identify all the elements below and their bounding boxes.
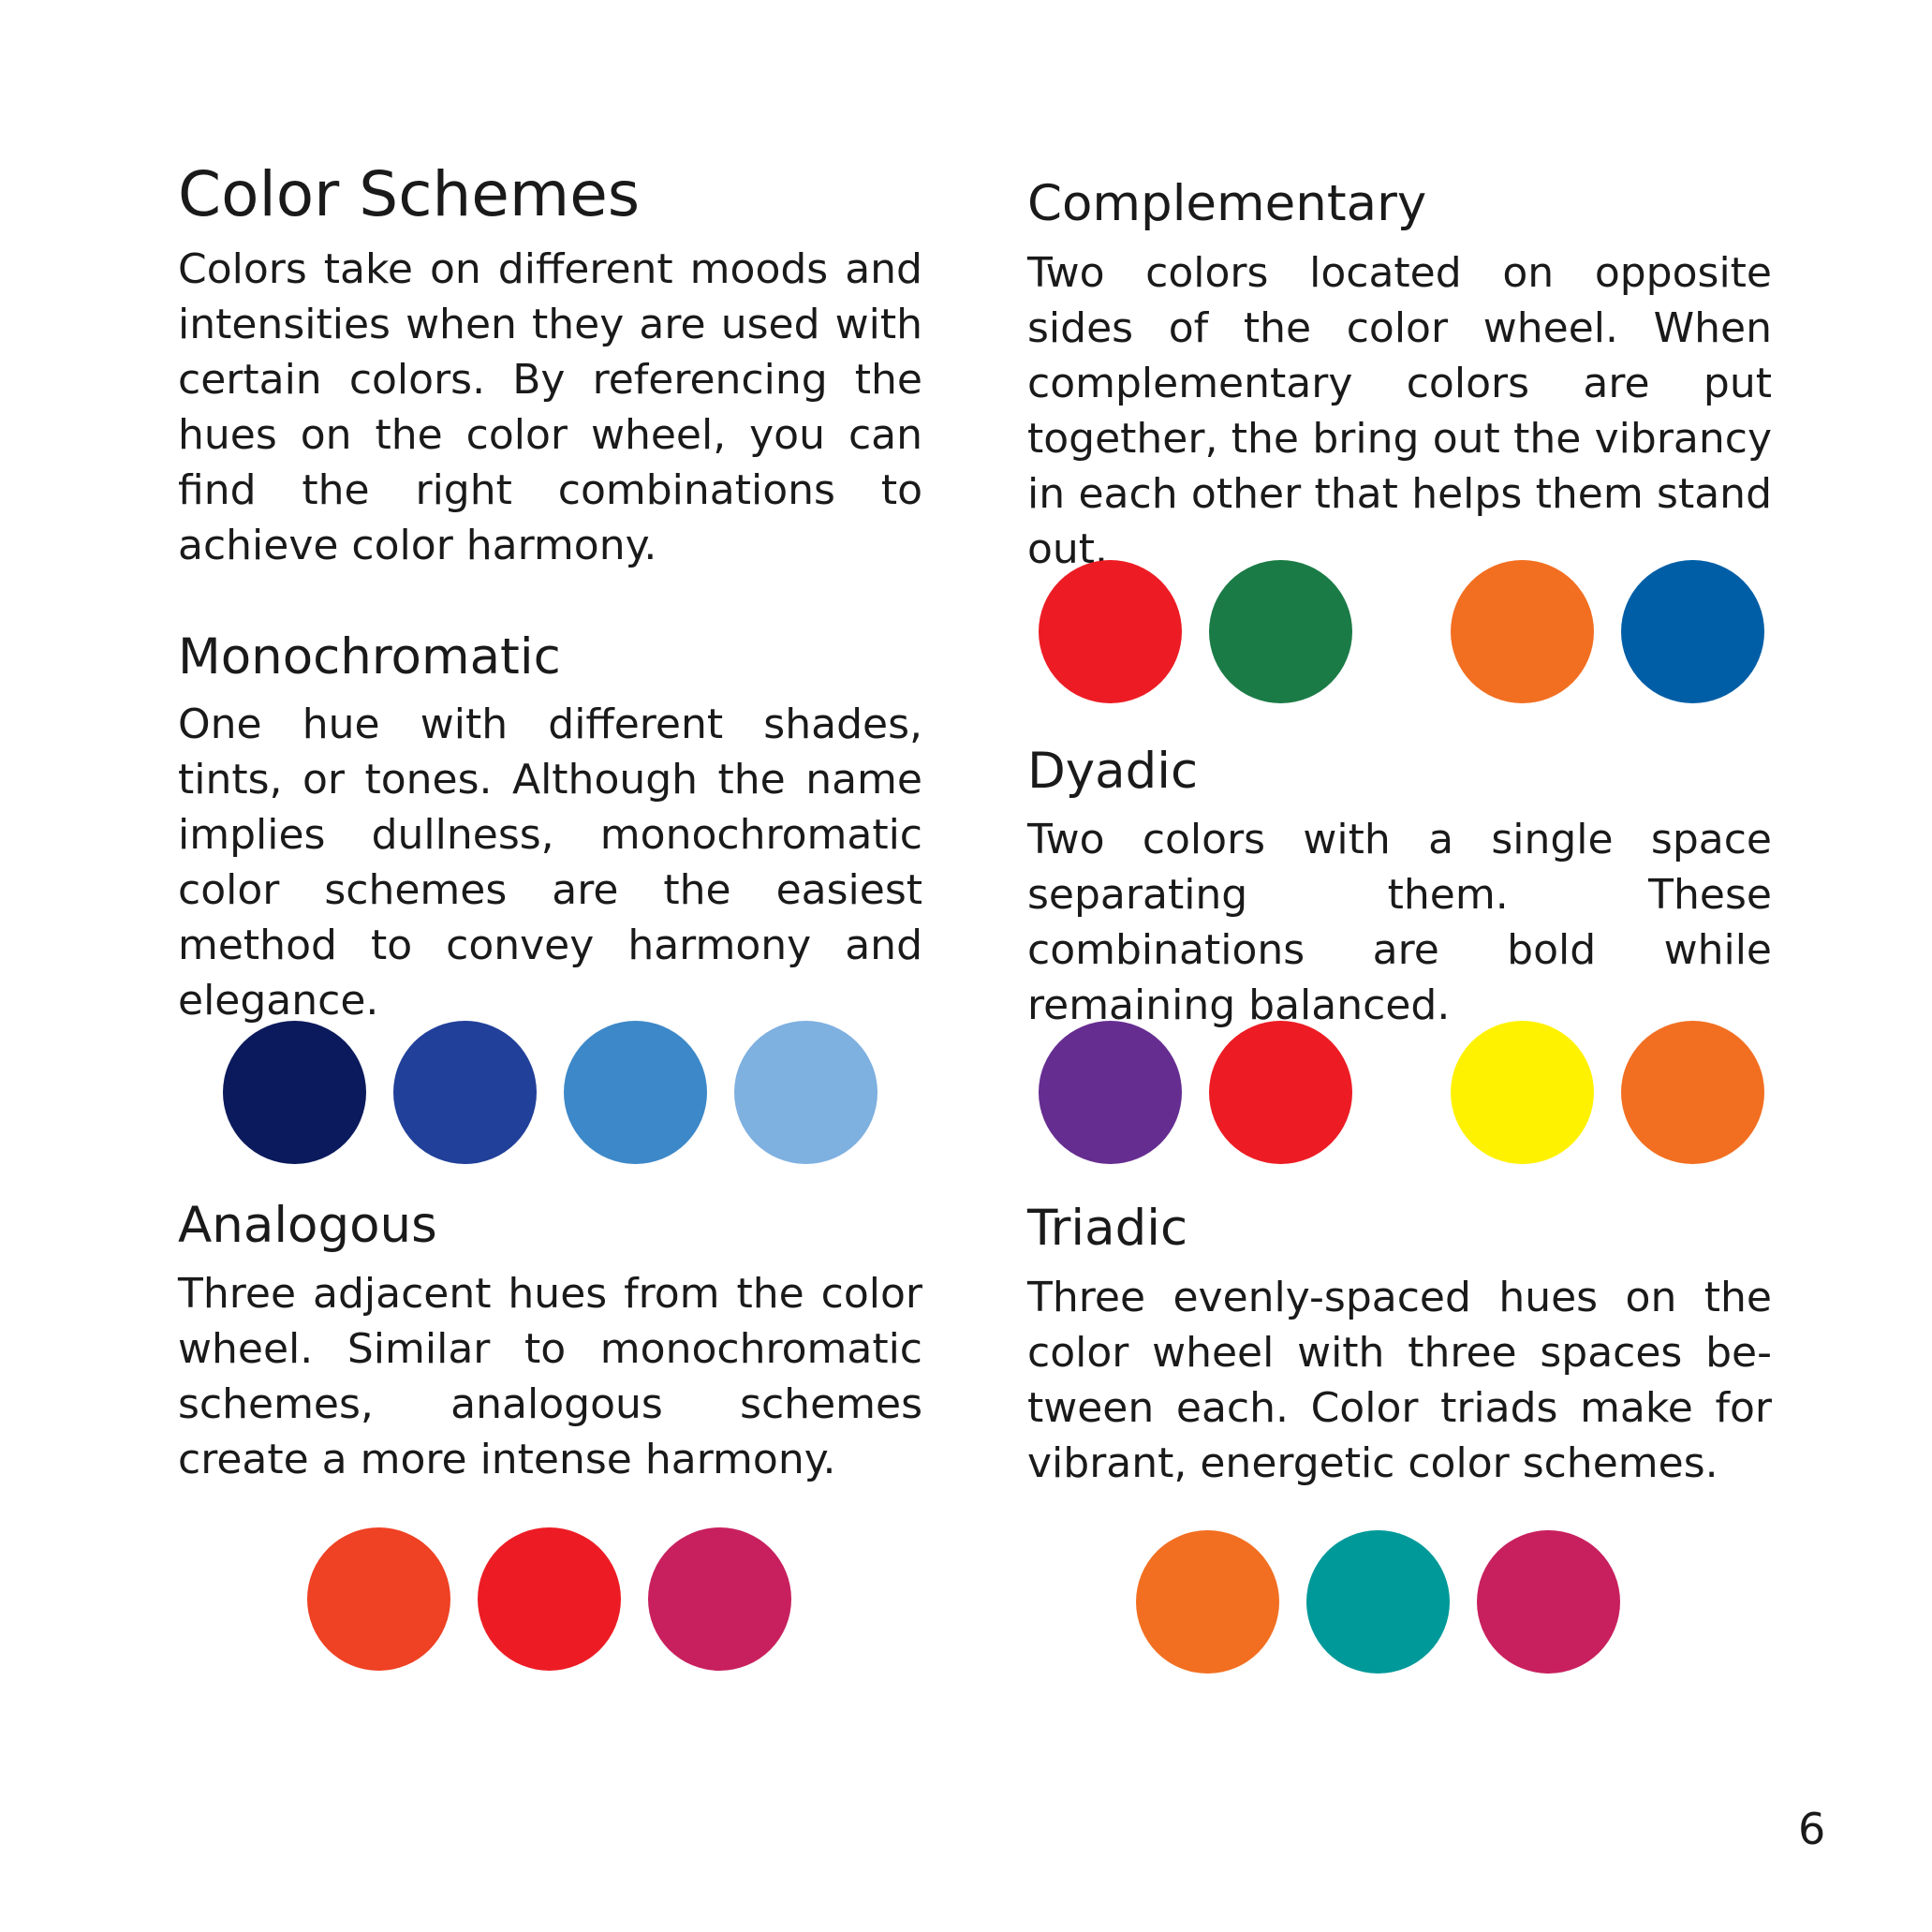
triadic-swatch-1 [1136,1530,1279,1674]
analogous-swatch-3 [648,1527,791,1671]
dyadic-swatch-2 [1209,1021,1352,1164]
page-number: 6 [1798,1804,1826,1854]
complementary-heading: Complementary [1027,175,1427,232]
complementary-swatch-2 [1209,560,1352,703]
dyadic-text: Two colors with a single space sepa­rati… [1027,816,1772,1029]
dyadic-swatch-3 [1451,1021,1594,1164]
complementary-text: Two colors located on opposite sides of … [1027,249,1772,573]
complementary-swatch-3 [1451,560,1594,703]
monochromatic-heading: Monochromatic [178,628,561,686]
monochromatic-swatch-2 [393,1021,537,1164]
intro-text: Colors take on different moods and inten… [178,245,922,569]
dyadic-swatches [1027,1021,1772,1167]
analogous-swatch-2 [478,1527,621,1671]
triadic-swatch-2 [1306,1530,1450,1674]
dyadic-swatch-1 [1039,1021,1182,1164]
dyadic-swatch-4 [1621,1021,1764,1164]
triadic-text: Three evenly-spaced hues on the color wh… [1027,1274,1772,1487]
monochromatic-swatch-1 [223,1021,366,1164]
monochromatic-text: One hue with different shades, tints, or… [178,701,922,1025]
page-title: Color Schemes [178,158,641,230]
triadic-heading: Triadic [1027,1200,1188,1257]
monochromatic-swatch-4 [734,1021,878,1164]
complementary-swatch-4 [1621,560,1764,703]
analogous-heading: Analogous [178,1197,437,1254]
triadic-swatch-3 [1477,1530,1620,1674]
monochromatic-swatch-3 [564,1021,707,1164]
complementary-swatch-1 [1039,560,1182,703]
analogous-text: Three adjacent hues from the color wheel… [178,1270,922,1483]
triadic-swatches [1027,1530,1772,1676]
monochromatic-swatches [178,1021,922,1167]
dyadic-heading: Dyadic [1027,743,1199,800]
analogous-swatch-1 [307,1527,450,1671]
analogous-swatches [178,1527,922,1674]
complementary-swatches [1027,560,1772,706]
